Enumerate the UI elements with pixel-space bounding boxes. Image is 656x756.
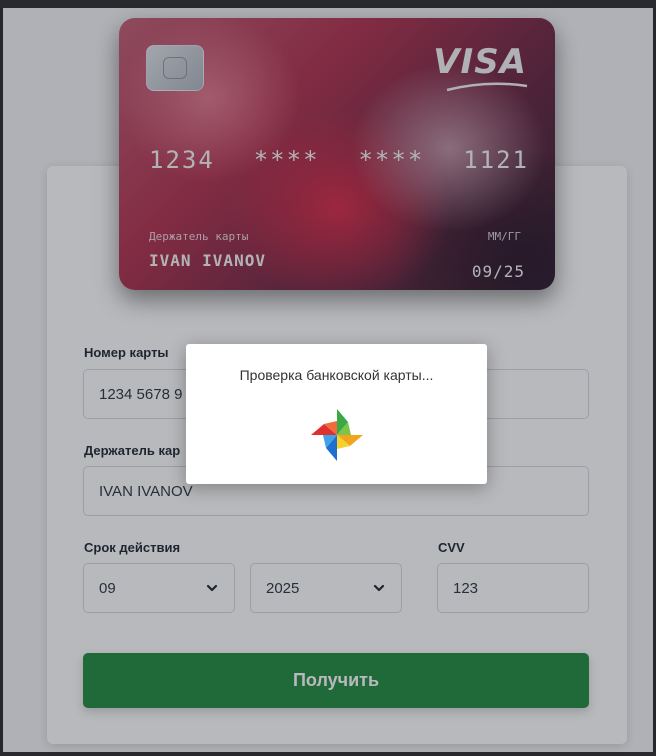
- loading-modal: Проверка банковской карты...: [186, 344, 487, 484]
- loading-message: Проверка банковской карты...: [239, 367, 434, 383]
- pinwheel-spinner-icon: [311, 409, 363, 461]
